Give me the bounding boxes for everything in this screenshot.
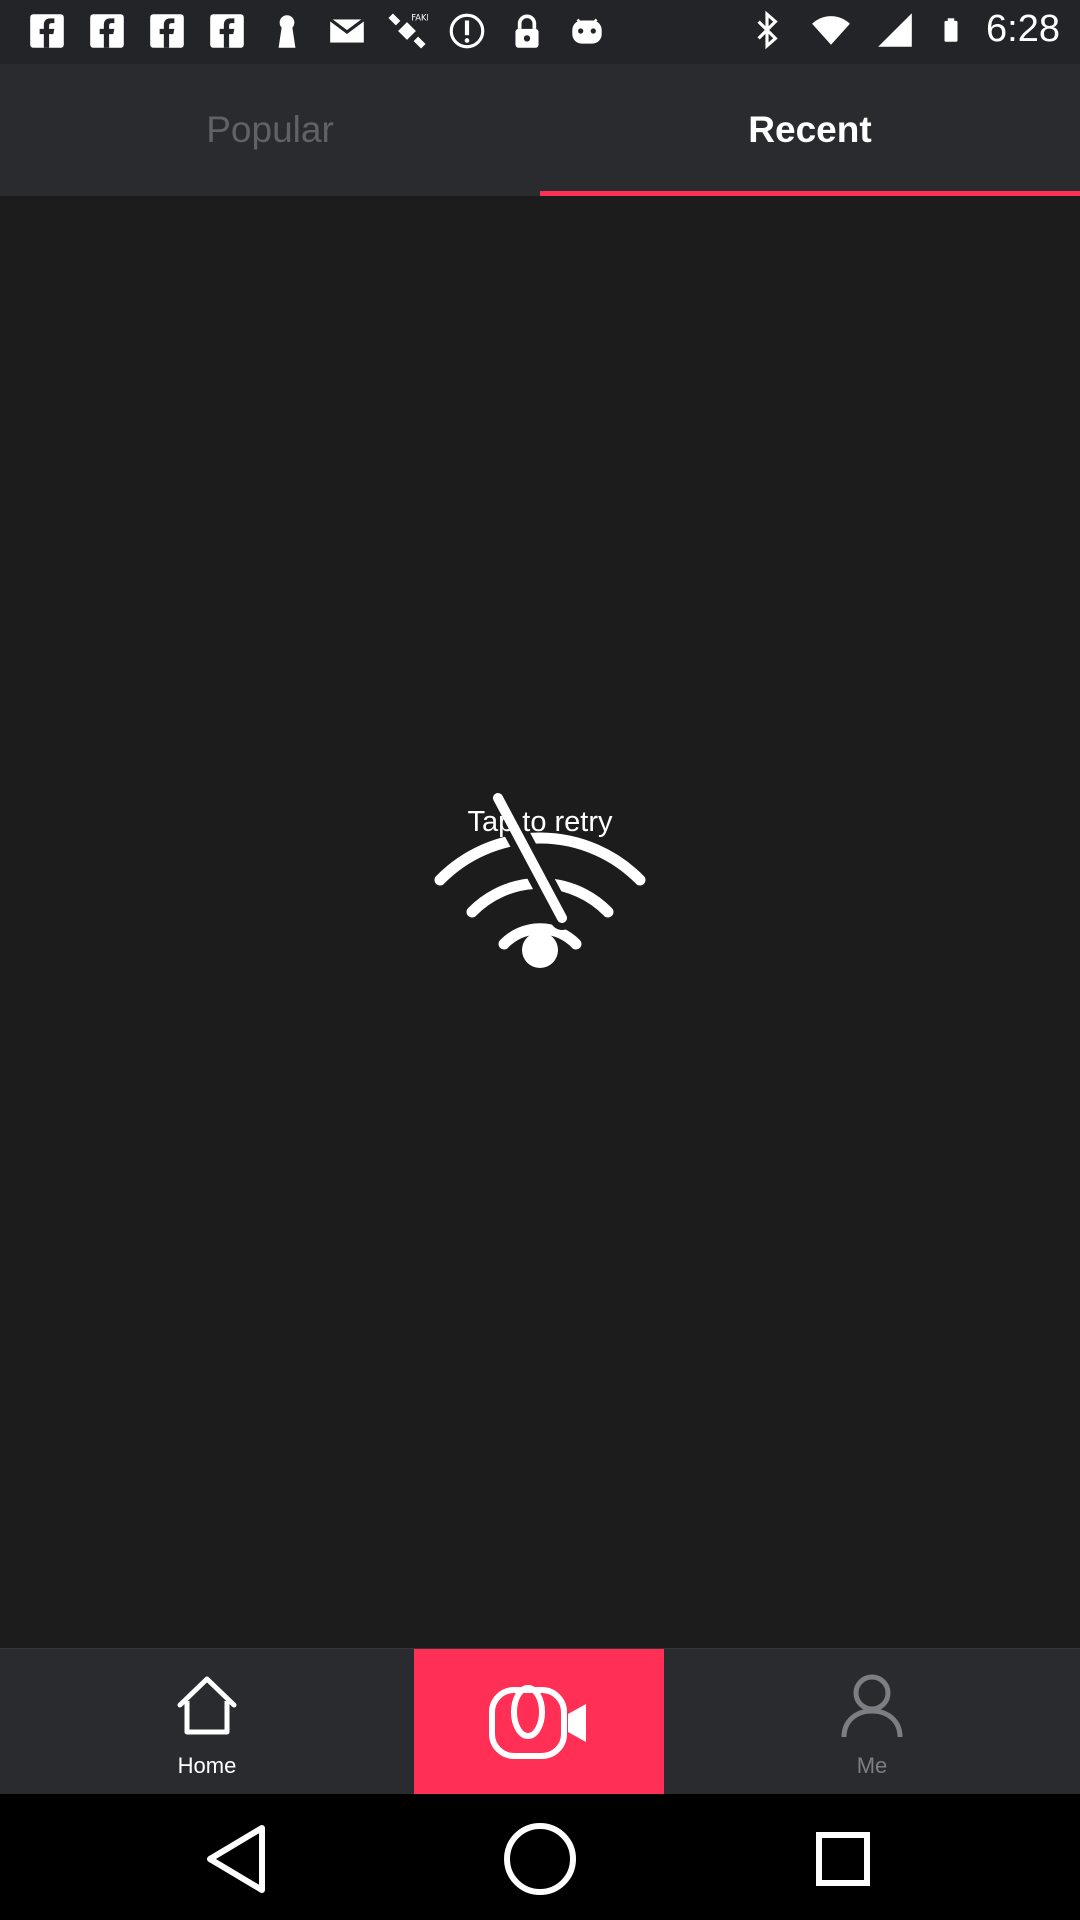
system-nav-bar <box>0 1794 1080 1920</box>
android-icon <box>572 18 602 44</box>
status-bar: FAKE 6:28 <box>0 0 1080 64</box>
person-icon <box>841 1674 903 1738</box>
mail-icon <box>329 18 365 43</box>
battery-icon <box>944 17 958 42</box>
recents-icon[interactable] <box>798 1814 888 1904</box>
home-icon <box>177 1676 237 1735</box>
keyhole-icon <box>278 15 296 48</box>
alert-circle-icon <box>449 13 485 49</box>
notification-icons: FAKE <box>26 10 608 52</box>
wifi-icon <box>812 15 850 45</box>
svg-text:FAKE: FAKE <box>411 13 428 23</box>
system-status-icons: 6:28 <box>746 8 1060 51</box>
retry-label[interactable]: Tap to retry <box>0 806 1080 839</box>
lock-icon <box>515 14 539 48</box>
tab-popular[interactable]: Popular <box>0 64 540 196</box>
tab-recent[interactable]: Recent <box>540 64 1080 196</box>
facebook-icon <box>30 14 64 48</box>
facebook-icon <box>150 14 184 48</box>
facebook-icon <box>90 14 124 48</box>
satellite-icon: FAKE <box>388 13 428 49</box>
tab-bar: Popular Recent <box>0 64 1080 196</box>
video-record-icon <box>489 1685 586 1759</box>
nav-record-button[interactable] <box>414 1649 664 1795</box>
nav-home-label: Home <box>177 1753 237 1778</box>
signal-icon <box>878 12 912 47</box>
nav-home[interactable]: Home <box>0 1649 414 1795</box>
bottom-nav: Home Me <box>0 1648 1080 1795</box>
home-circle-icon[interactable] <box>495 1814 585 1904</box>
nav-me-label: Me <box>856 1753 888 1778</box>
facebook-icon <box>210 14 244 48</box>
nav-me[interactable]: Me <box>664 1649 1080 1795</box>
back-icon[interactable] <box>192 1814 282 1904</box>
bluetooth-icon <box>757 10 778 49</box>
status-time: 6:28 <box>986 8 1060 50</box>
content-area <box>0 196 1080 1648</box>
